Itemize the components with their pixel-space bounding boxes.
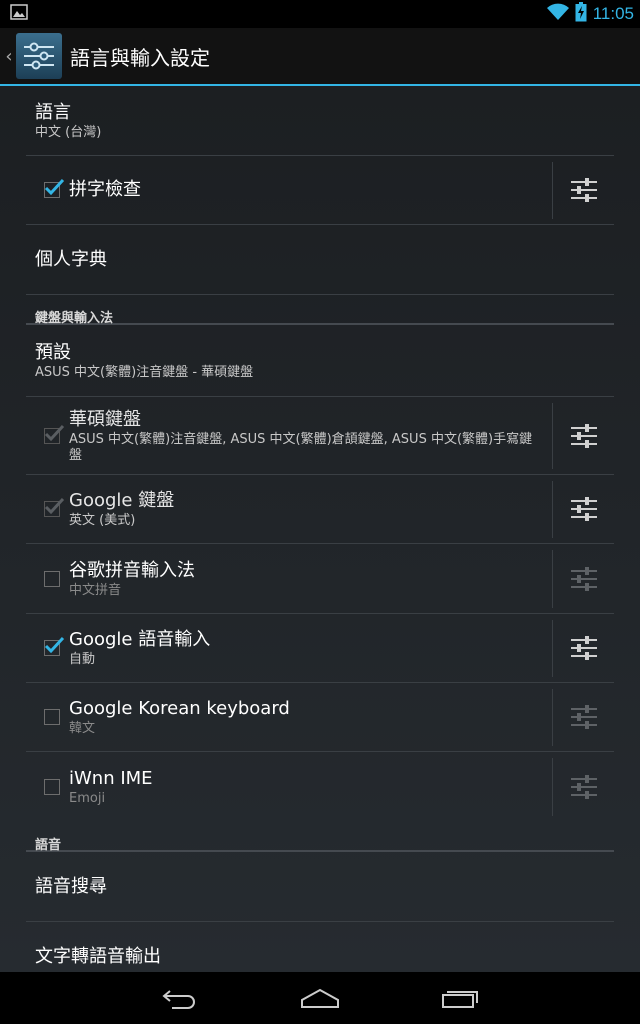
- battery-charging-icon: [575, 2, 587, 26]
- google-keyboard-checkbox[interactable]: [26, 475, 69, 543]
- voice-typing-checkbox[interactable]: [26, 614, 69, 682]
- settings-sliders-icon[interactable]: [16, 33, 62, 79]
- tune-icon: [570, 178, 597, 202]
- personal-dictionary-item[interactable]: 個人字典: [26, 225, 614, 295]
- page-title: 語言與輸入設定: [70, 45, 210, 70]
- keyboard-summary-korean: 韓文: [69, 721, 96, 736]
- keyboard-title-google: Google 鍵盤: [69, 490, 175, 511]
- google-keyboard-settings-button[interactable]: [552, 480, 614, 538]
- tune-icon: [570, 423, 597, 448]
- keyboard-summary-asus: ASUS 中文(繁體)注音鍵盤, ASUS 中文(繁體)倉頡鍵盤, ASUS 中…: [69, 431, 533, 463]
- keyboard-item-iwnn[interactable]: iWnn IME Emoji: [26, 752, 614, 822]
- recent-apps-button[interactable]: [390, 972, 530, 1024]
- tts-output-item[interactable]: 文字轉語音輸出: [26, 922, 614, 972]
- settings-list[interactable]: 語言 中文 (台灣) 拼字檢查 個人字典 鍵盤與輸入法 預設 ASUS 中文(繁…: [0, 86, 640, 972]
- keyboard-item-korean[interactable]: Google Korean keyboard 韓文: [26, 683, 614, 752]
- personal-dictionary-title: 個人字典: [35, 248, 107, 270]
- keyboard-title-pinyin: 谷歌拼音輸入法: [69, 559, 195, 581]
- voice-search-item[interactable]: 語音搜尋: [26, 852, 614, 922]
- checkbox-checked-disabled-icon: [43, 424, 64, 444]
- tune-icon: [570, 497, 597, 521]
- tune-icon: [570, 775, 597, 799]
- back-icon: [162, 990, 195, 1009]
- keyboard-summary-iwnn: Emoji: [69, 791, 106, 806]
- keyboard-title-voice-typing: Google 語音輸入: [69, 629, 211, 650]
- spell-check-title: 拼字檢查: [69, 179, 141, 200]
- keyboard-item-google[interactable]: Google 鍵盤 英文 (美式): [26, 475, 614, 544]
- keyboard-item-voice-typing[interactable]: Google 語音輸入 自動: [26, 614, 614, 683]
- language-summary: 中文 (台灣): [35, 124, 102, 140]
- up-caret-icon[interactable]: ‹: [2, 46, 16, 67]
- checkbox-checked-icon: [43, 178, 64, 198]
- korean-settings-button: [552, 688, 614, 746]
- section-header-keyboards: 鍵盤與輸入法: [26, 295, 614, 326]
- pinyin-settings-button: [552, 549, 614, 608]
- language-title: 語言: [35, 101, 71, 123]
- pinyin-checkbox[interactable]: [26, 544, 69, 613]
- korean-checkbox[interactable]: [26, 683, 69, 751]
- image-notification-icon: [10, 4, 28, 24]
- action-bar: ‹ 語言與輸入設定: [0, 28, 640, 86]
- back-button[interactable]: [110, 972, 250, 1024]
- section-header-speech: 語音: [26, 822, 614, 853]
- spell-check-item[interactable]: 拼字檢查: [26, 156, 614, 225]
- tune-icon: [570, 705, 597, 729]
- home-icon: [301, 988, 339, 1008]
- keyboard-summary-pinyin: 中文拼音: [69, 582, 122, 598]
- asus-keyboard-settings-button[interactable]: [552, 402, 614, 469]
- tune-icon: [570, 636, 597, 660]
- default-keyboard-item[interactable]: 預設 ASUS 中文(繁體)注音鍵盤 - 華碩鍵盤: [26, 325, 614, 397]
- keyboard-summary-voice-typing: 自動: [69, 652, 96, 667]
- checkbox-checked-icon: [43, 636, 64, 656]
- asus-checkbox[interactable]: [26, 397, 69, 474]
- default-keyboard-title: 預設: [35, 341, 71, 363]
- keyboard-item-asus[interactable]: 華碩鍵盤 ASUS 中文(繁體)注音鍵盤, ASUS 中文(繁體)倉頡鍵盤, A…: [26, 397, 614, 475]
- keyboard-title-iwnn: iWnn IME: [69, 768, 153, 789]
- keyboard-title-asus: 華碩鍵盤: [69, 408, 141, 430]
- keyboard-title-korean: Google Korean keyboard: [69, 698, 290, 719]
- checkbox-unchecked-icon: [43, 779, 60, 795]
- language-item[interactable]: 語言 中文 (台灣): [26, 86, 614, 156]
- wifi-icon: [546, 3, 569, 25]
- keyboard-summary-google: 英文 (美式): [69, 513, 136, 528]
- keyboard-item-pinyin[interactable]: 谷歌拼音輸入法 中文拼音: [26, 544, 614, 614]
- status-bar: 11:05: [0, 0, 640, 28]
- checkbox-unchecked-icon: [43, 709, 60, 725]
- checkbox-checked-disabled-icon: [43, 497, 64, 517]
- voice-typing-settings-button[interactable]: [552, 619, 614, 677]
- home-button[interactable]: [250, 972, 390, 1024]
- spell-check-settings-button[interactable]: [552, 161, 614, 219]
- voice-search-title: 語音搜尋: [35, 875, 107, 897]
- checkbox-unchecked-icon: [43, 570, 60, 587]
- recent-apps-icon: [442, 991, 478, 1008]
- spell-check-checkbox[interactable]: [26, 156, 69, 224]
- tts-output-title: 文字轉語音輸出: [35, 946, 161, 967]
- tune-icon: [570, 566, 597, 591]
- iwnn-settings-button: [552, 758, 614, 816]
- iwnn-checkbox[interactable]: [26, 752, 69, 822]
- default-keyboard-summary: ASUS 中文(繁體)注音鍵盤 - 華碩鍵盤: [35, 364, 254, 380]
- clock: 11:05: [592, 4, 634, 23]
- navigation-bar: [0, 972, 640, 1024]
